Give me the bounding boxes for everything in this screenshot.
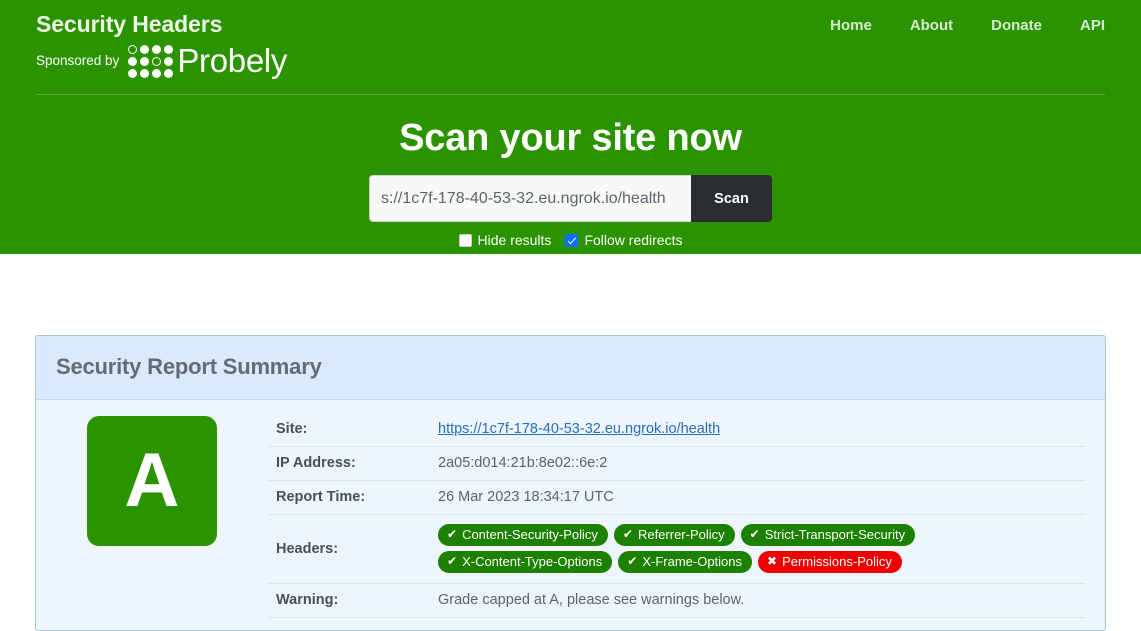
table-row-warning: Warning: Grade capped at A, please see w… xyxy=(268,584,1085,618)
brand-row: Security Headers Sponsored by xyxy=(36,0,1105,78)
row-label-report-time: Report Time: xyxy=(268,481,438,515)
logo-dot xyxy=(152,45,161,54)
check-icon: ✔ xyxy=(750,527,760,542)
row-value-ip-address: 2a05:d014:21b:8e02::6e:2 xyxy=(438,447,1085,481)
header-badge-label: X-Content-Type-Options xyxy=(462,554,602,569)
check-icon: ✔ xyxy=(627,554,637,569)
logo-dot xyxy=(128,57,137,66)
header-badge-permissions-policy[interactable]: ✖ Permissions-Policy xyxy=(758,551,902,573)
probely-wordmark: Probely xyxy=(177,44,287,78)
row-label-ip-address: IP Address: xyxy=(268,447,438,481)
header-badge-label: Content-Security-Policy xyxy=(462,527,598,542)
logo-dot xyxy=(128,69,137,78)
check-icon: ✔ xyxy=(623,527,633,542)
logo-dot xyxy=(164,57,173,66)
brand-block[interactable]: Security Headers Sponsored by xyxy=(36,9,287,78)
grade-column: A xyxy=(36,413,268,618)
header-divider xyxy=(36,94,1105,95)
header-badge-referrer-policy[interactable]: ✔ Referrer-Policy xyxy=(614,524,735,546)
hide-results-checkbox[interactable] xyxy=(459,234,472,247)
header-badge-x-content-type-options[interactable]: ✔ X-Content-Type-Options xyxy=(438,551,612,573)
security-report-card: Security Report Summary A Site: https://… xyxy=(35,335,1106,631)
probely-logo[interactable]: Probely xyxy=(128,44,287,78)
table-row-report-time: Report Time: 26 Mar 2023 18:34:17 UTC xyxy=(268,481,1085,515)
check-icon: ✔ xyxy=(447,527,457,542)
row-label-warning: Warning: xyxy=(268,584,438,618)
header-badge-label: Referrer-Policy xyxy=(638,527,725,542)
logo-dot xyxy=(164,45,173,54)
row-value-headers: ✔ Content-Security-Policy ✔ Referrer-Pol… xyxy=(438,515,1085,584)
main-nav: Home About Donate API xyxy=(811,9,1105,38)
sponsor-row: Sponsored by xyxy=(36,44,287,78)
check-icon: ✔ xyxy=(447,554,457,569)
logo-dot xyxy=(140,57,149,66)
hero-title: Scan your site now xyxy=(36,114,1105,162)
follow-redirects-label: Follow redirects xyxy=(584,231,682,249)
scan-button[interactable]: Scan xyxy=(691,175,772,222)
table-row-ip-address: IP Address: 2a05:d014:21b:8e02::6e:2 xyxy=(268,447,1085,481)
site-header: Security Headers Sponsored by xyxy=(0,0,1141,254)
logo-dot xyxy=(140,69,149,78)
row-value-report-time: 26 Mar 2023 18:34:17 UTC xyxy=(438,481,1085,515)
card-title: Security Report Summary xyxy=(56,352,1085,382)
grade-badge: A xyxy=(87,416,217,546)
header-badge-list: ✔ Content-Security-Policy ✔ Referrer-Pol… xyxy=(438,524,938,573)
row-value-warning: Grade capped at A, please see warnings b… xyxy=(438,584,1085,618)
scan-form: Scan xyxy=(36,175,1105,222)
table-row-site: Site: https://1c7f-178-40-53-32.eu.ngrok… xyxy=(268,413,1085,447)
hide-results-label: Hide results xyxy=(478,231,552,249)
site-link[interactable]: https://1c7f-178-40-53-32.eu.ngrok.io/he… xyxy=(438,421,720,437)
card-body: A Site: https://1c7f-178-40-53-32.eu.ngr… xyxy=(36,400,1105,630)
option-hide-results[interactable]: Hide results xyxy=(459,231,552,249)
sponsor-label: Sponsored by xyxy=(36,52,119,70)
row-value-site: https://1c7f-178-40-53-32.eu.ngrok.io/he… xyxy=(438,413,1085,447)
scan-options: Hide results Follow redirects xyxy=(36,231,1105,249)
nav-link-about[interactable]: About xyxy=(891,14,972,38)
card-header: Security Report Summary xyxy=(36,336,1105,400)
follow-redirects-checkbox[interactable] xyxy=(565,234,578,247)
logo-dot xyxy=(152,57,161,66)
logo-dot xyxy=(140,45,149,54)
nav-link-api[interactable]: API xyxy=(1061,14,1105,38)
header-badge-content-security-policy[interactable]: ✔ Content-Security-Policy xyxy=(438,524,608,546)
header-badge-x-frame-options[interactable]: ✔ X-Frame-Options xyxy=(618,551,752,573)
table-row-headers: Headers: ✔ Content-Security-Policy ✔ Ref… xyxy=(268,515,1085,584)
logo-dot xyxy=(164,69,173,78)
scan-url-input[interactable] xyxy=(369,175,691,222)
nav-link-donate[interactable]: Donate xyxy=(972,14,1061,38)
row-label-headers: Headers: xyxy=(268,515,438,584)
header-badge-label: Strict-Transport-Security xyxy=(765,527,905,542)
header-inner: Security Headers Sponsored by xyxy=(36,0,1105,249)
logo-dot xyxy=(152,69,161,78)
header-badge-label: Permissions-Policy xyxy=(782,554,892,569)
cross-icon: ✖ xyxy=(767,554,777,569)
row-label-site: Site: xyxy=(268,413,438,447)
summary-table: Site: https://1c7f-178-40-53-32.eu.ngrok… xyxy=(268,413,1085,618)
nav-link-home[interactable]: Home xyxy=(811,14,891,38)
logo-dot xyxy=(128,45,137,54)
option-follow-redirects[interactable]: Follow redirects xyxy=(565,231,682,249)
header-badge-label: X-Frame-Options xyxy=(642,554,742,569)
page-title: Security Headers xyxy=(36,9,287,39)
page-body: Security Report Summary A Site: https://… xyxy=(0,335,1141,631)
probely-dot-grid-icon xyxy=(128,45,173,78)
header-badge-strict-transport-security[interactable]: ✔ Strict-Transport-Security xyxy=(741,524,915,546)
